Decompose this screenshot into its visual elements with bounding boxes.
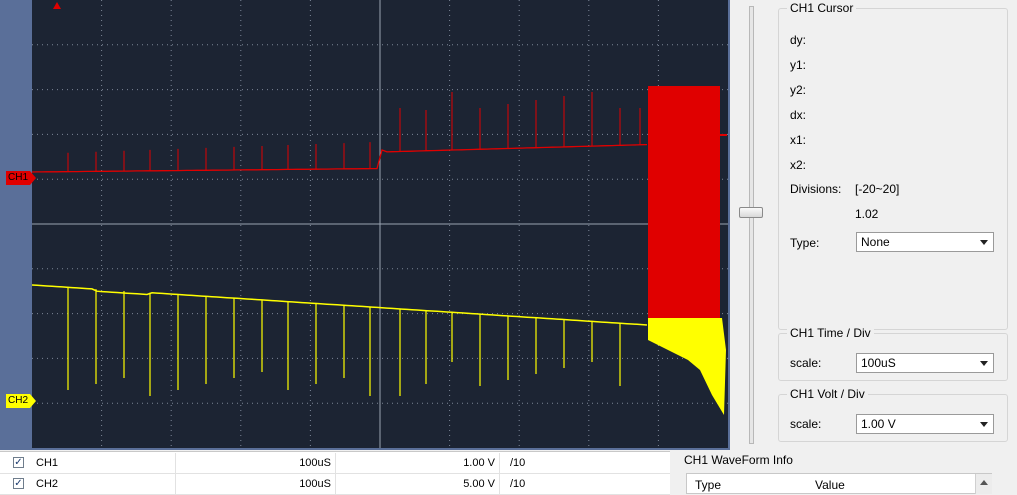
slider-track[interactable] (749, 6, 754, 444)
trigger-marker-icon (53, 2, 61, 9)
channel-name-cell: ✓ CH1 (0, 453, 176, 473)
time-div-panel: CH1 Time / Div scale: 100uS (778, 326, 1008, 381)
ch1-level-marker[interactable]: CH1 (6, 171, 36, 185)
value-column-header[interactable]: Value (815, 478, 845, 492)
chevron-down-icon (980, 422, 988, 427)
slider-thumb[interactable] (739, 207, 763, 218)
dy-label: dy: (790, 33, 807, 47)
waveform-info-panel: CH1 WaveForm Info Type Value (680, 451, 1017, 494)
y2-label: y2: (790, 83, 807, 97)
ch1-burst (648, 86, 720, 318)
channel-name: CH1 (36, 457, 59, 469)
divisions-value: 1.02 (855, 207, 879, 221)
table-row[interactable]: ✓ CH1 100uS 1.00 V /10 (0, 453, 670, 474)
y1-label: y1: (790, 58, 807, 72)
table-row[interactable]: ✓ CH2 100uS 5.00 V /10 (0, 474, 670, 495)
time-scale-select[interactable]: 100uS (856, 353, 994, 373)
volt-scale-value: 1.00 V (861, 417, 896, 431)
x2-label: x2: (790, 158, 807, 172)
time-cell: 100uS (176, 474, 336, 494)
channel-table: ✓ CH1 100uS 1.00 V /10 ✓ CH2 100uS 5.00 … (0, 451, 670, 495)
vertical-slider[interactable] (730, 0, 774, 450)
volt-cell: 1.00 V (336, 453, 500, 473)
cursor-panel-title: CH1 Cursor (787, 1, 857, 15)
waveform-canvas (32, 0, 728, 448)
ch2-level-marker[interactable]: CH2 (6, 394, 36, 408)
chevron-down-icon (980, 361, 988, 366)
dx-label: dx: (790, 108, 807, 122)
volt-scale-select[interactable]: 1.00 V (856, 414, 994, 434)
ch1-checkbox[interactable]: ✓ (13, 457, 24, 468)
ch2-burst (648, 318, 726, 415)
cursor-type-select[interactable]: None (856, 232, 994, 252)
channel-name-cell: ✓ CH2 (0, 474, 176, 494)
divisions-range: [-20~20] (855, 182, 900, 196)
waveform-info-title: CH1 WaveForm Info (684, 453, 793, 467)
time-scale-label: scale: (790, 356, 822, 370)
waveform-info-table: Type Value (686, 473, 992, 494)
time-div-title: CH1 Time / Div (787, 326, 874, 340)
cursor-type-value: None (861, 235, 890, 249)
time-cell: 100uS (176, 453, 336, 473)
volt-scale-label: scale: (790, 417, 822, 431)
divisions-label: Divisions: (790, 182, 842, 196)
type-column-header[interactable]: Type (695, 478, 721, 492)
time-scale-value: 100uS (861, 356, 896, 370)
table-scrollbar[interactable] (670, 451, 677, 493)
probe-cell: /10 (510, 457, 526, 469)
x1-label: x1: (790, 133, 807, 147)
ch2-checkbox[interactable]: ✓ (13, 478, 24, 489)
waveform-plot[interactable] (32, 0, 728, 448)
volt-div-title: CH1 Volt / Div (787, 387, 868, 401)
type-label: Type: (790, 236, 820, 250)
chevron-down-icon (980, 240, 988, 245)
volt-cell: 5.00 V (336, 474, 500, 494)
oscilloscope-display[interactable]: CH1 CH2 (0, 0, 730, 450)
volt-div-panel: CH1 Volt / Div scale: 1.00 V (778, 387, 1008, 442)
probe-cell: /10 (510, 478, 526, 490)
cursor-panel: CH1 Cursor dy: y1: y2: dx: x1: x2: Divis… (778, 1, 1008, 330)
waveform-info-scrollbar[interactable] (975, 474, 992, 494)
channel-name: CH2 (36, 478, 59, 490)
